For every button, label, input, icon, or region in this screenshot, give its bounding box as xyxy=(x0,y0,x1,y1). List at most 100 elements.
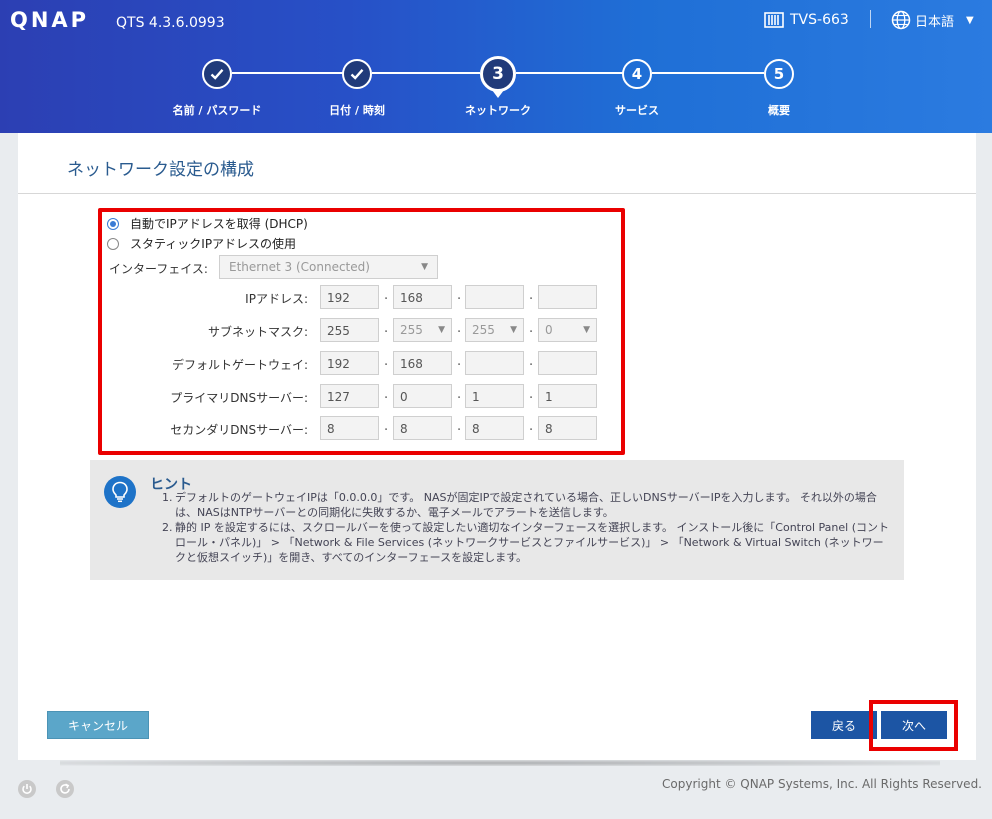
octet-dot: . xyxy=(457,321,462,336)
octet-dot: . xyxy=(457,354,462,369)
step-5-label: 概要 xyxy=(768,104,790,117)
cancel-button[interactable]: キャンセル xyxy=(47,711,149,739)
step-2-circle xyxy=(342,59,372,89)
interface-label: インターフェイス: xyxy=(109,262,208,276)
octet-dot: . xyxy=(384,387,389,402)
octet-dot: . xyxy=(529,288,534,303)
primary-dns-octet-4[interactable]: 1 xyxy=(538,384,597,408)
static-ip-option[interactable]: スタティックIPアドレスの使用 xyxy=(107,235,296,252)
restart-glyph xyxy=(60,783,70,794)
ip-address-octet-1[interactable]: 192 xyxy=(320,285,379,309)
hint-list: 1. デフォルトのゲートウェイIPは「0.0.0.0」です。 NASが固定IPで… xyxy=(162,490,890,565)
language-selector[interactable]: 日本語 ▼ xyxy=(891,9,974,31)
os-version: QTS 4.3.6.0993 xyxy=(116,15,225,31)
subnet-mask-label: サブネットマスク: xyxy=(207,325,308,339)
gateway-octet-3[interactable] xyxy=(465,351,524,375)
chevron-down-icon: ▼ xyxy=(966,14,974,26)
interface-value: Ethernet 3 (Connected) xyxy=(229,260,370,274)
octet-dot: . xyxy=(529,321,534,336)
device-label: TVS-663 xyxy=(790,12,849,28)
panel-shadow xyxy=(60,760,940,766)
dhcp-radio[interactable] xyxy=(107,217,119,230)
secondary-dns-octet-4[interactable]: 8 xyxy=(538,416,597,440)
step-3-label: ネットワーク xyxy=(465,104,531,117)
current-step-pointer xyxy=(492,90,504,98)
globe-icon xyxy=(891,10,911,30)
subnet-mask-select-2[interactable]: 255 ▼ xyxy=(393,318,452,342)
secondary-dns-label: セカンダリDNSサーバー: xyxy=(170,423,308,437)
octet-dot: . xyxy=(384,354,389,369)
static-ip-radio[interactable] xyxy=(107,237,119,250)
copyright: Copyright © QNAP Systems, Inc. All Right… xyxy=(662,777,982,791)
subnet-mask-octet-2: 255 xyxy=(400,323,423,337)
step-connector xyxy=(372,72,480,74)
step-connector xyxy=(652,72,764,74)
device-name: TVS-663 xyxy=(764,9,849,31)
octet-dot: . xyxy=(529,419,534,434)
static-ip-label: スタティックIPアドレスの使用 xyxy=(130,237,297,251)
step-connector xyxy=(516,72,624,74)
hint-item: 2. 静的 IP を設定するには、スクロールバーを使って設定したい適切なインター… xyxy=(162,521,890,564)
title-divider xyxy=(18,193,976,194)
gateway-octet-1[interactable]: 192 xyxy=(320,351,379,375)
secondary-dns-octet-1[interactable]: 8 xyxy=(320,416,379,440)
restart-icon[interactable] xyxy=(56,780,74,798)
step-connector xyxy=(232,72,344,74)
primary-dns-octet-2[interactable]: 0 xyxy=(393,384,452,408)
power-icon[interactable] xyxy=(18,780,36,798)
primary-dns-octet-1[interactable]: 127 xyxy=(320,384,379,408)
wizard-panel: ネットワーク設定の構成 自動でIPアドレスを取得 (DHCP) スタティックIP… xyxy=(18,133,976,760)
hint-item: 1. デフォルトのゲートウェイIPは「0.0.0.0」です。 NASが固定IPで… xyxy=(162,490,890,520)
hint-item-text: デフォルトのゲートウェイIPは「0.0.0.0」です。 NASが固定IPで設定さ… xyxy=(175,491,877,519)
interface-select[interactable]: Ethernet 3 (Connected) ▼ xyxy=(219,255,438,279)
primary-dns-label: プライマリDNSサーバー: xyxy=(170,391,308,405)
subnet-mask-octet-3: 255 xyxy=(472,323,495,337)
step-2-label: 日付 / 時刻 xyxy=(329,104,385,117)
secondary-dns-octet-2[interactable]: 8 xyxy=(393,416,452,440)
step-4-label: サービス xyxy=(615,104,659,117)
octet-dot: . xyxy=(384,288,389,303)
ip-address-label: IPアドレス: xyxy=(245,292,308,306)
octet-dot: . xyxy=(457,419,462,434)
step-4-circle: 4 xyxy=(622,59,652,89)
back-button[interactable]: 戻る xyxy=(811,711,877,739)
nas-device-icon xyxy=(764,12,784,28)
subnet-mask-octet-1[interactable]: 255 xyxy=(320,318,379,342)
chevron-down-icon: ▼ xyxy=(510,325,517,335)
primary-dns-octet-3[interactable]: 1 xyxy=(465,384,524,408)
dhcp-label: 自動でIPアドレスを取得 (DHCP) xyxy=(130,217,308,231)
subnet-mask-select-4[interactable]: 0 ▼ xyxy=(538,318,597,342)
chevron-down-icon: ▼ xyxy=(438,325,445,335)
hint-box: ヒント 1. デフォルトのゲートウェイIPは「0.0.0.0」です。 NASが固… xyxy=(90,460,904,580)
ip-address-octet-3[interactable] xyxy=(465,285,524,309)
gateway-octet-4[interactable] xyxy=(538,351,597,375)
step-3-circle: 3 xyxy=(480,56,516,92)
header-separator xyxy=(870,10,871,28)
ip-address-octet-4[interactable] xyxy=(538,285,597,309)
ip-address-octet-2[interactable]: 168 xyxy=(393,285,452,309)
gateway-octet-2[interactable]: 168 xyxy=(393,351,452,375)
step-5-circle: 5 xyxy=(764,59,794,89)
lightbulb-glyph xyxy=(112,481,128,503)
checkmark-icon xyxy=(210,69,224,80)
next-button[interactable]: 次へ xyxy=(881,711,947,739)
secondary-dns-octet-3[interactable]: 8 xyxy=(465,416,524,440)
octet-dot: . xyxy=(529,354,534,369)
hint-item-text: 静的 IP を設定するには、スクロールバーを使って設定したい適切なインターフェー… xyxy=(175,521,890,564)
page-title: ネットワーク設定の構成 xyxy=(67,160,254,180)
chevron-down-icon: ▼ xyxy=(421,262,428,272)
default-gateway-label: デフォルトゲートウェイ: xyxy=(171,358,308,372)
power-glyph xyxy=(22,784,32,794)
checkmark-icon xyxy=(350,69,364,80)
step-1-label: 名前 / パスワード xyxy=(172,104,262,117)
qnap-logo: QNAP xyxy=(10,8,90,32)
octet-dot: . xyxy=(384,321,389,336)
octet-dot: . xyxy=(457,387,462,402)
octet-dot: . xyxy=(457,288,462,303)
octet-dot: . xyxy=(529,387,534,402)
dhcp-option[interactable]: 自動でIPアドレスを取得 (DHCP) xyxy=(107,215,308,232)
subnet-mask-select-3[interactable]: 255 ▼ xyxy=(465,318,524,342)
subnet-mask-octet-4: 0 xyxy=(545,323,553,337)
chevron-down-icon: ▼ xyxy=(583,325,590,335)
lightbulb-icon xyxy=(104,476,136,508)
